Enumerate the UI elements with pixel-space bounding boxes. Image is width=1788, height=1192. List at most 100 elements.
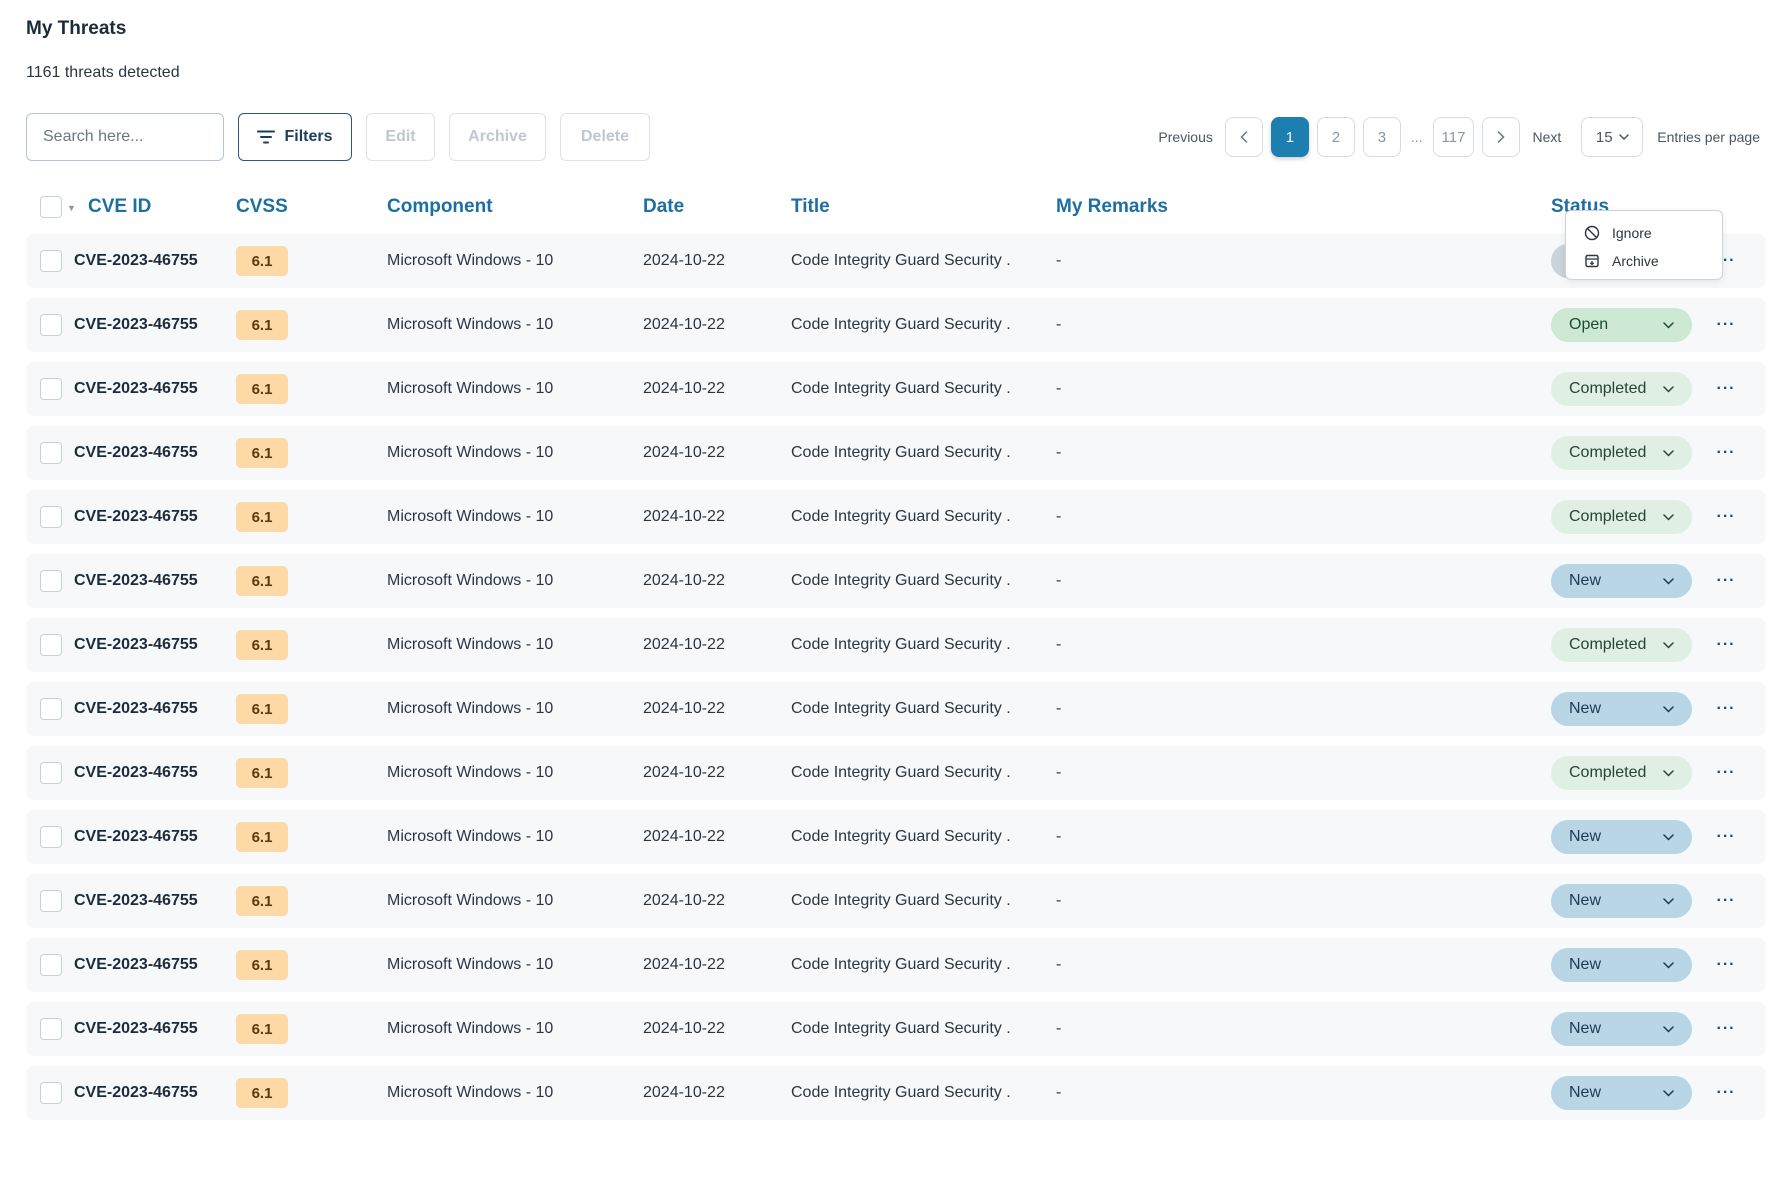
column-cvss[interactable]: CVSS [236, 196, 288, 218]
chevron-down-icon [1663, 385, 1674, 393]
row-checkbox[interactable] [40, 570, 62, 592]
status-dropdown[interactable]: Open [1551, 308, 1692, 342]
cve-id[interactable]: CVE-2023-46755 [74, 554, 198, 608]
more-options-icon[interactable]: ··· [1714, 426, 1738, 480]
caret-down-icon[interactable]: ▼ [67, 203, 76, 213]
next-page-button[interactable] [1482, 117, 1521, 157]
page-2-button[interactable]: 2 [1316, 117, 1355, 157]
row-checkbox[interactable] [40, 826, 62, 848]
more-options-icon[interactable]: ··· [1714, 682, 1738, 736]
status-label: Open [1569, 316, 1609, 333]
table-row[interactable]: CVE-2023-46755 6.1 Microsoft Windows - 10 2… [26, 1002, 1766, 1056]
row-checkbox[interactable] [40, 250, 62, 272]
status-dropdown[interactable]: New [1551, 820, 1692, 854]
table-row[interactable]: CVE-2023-46755 6.1 Microsoft Windows - 10 2… [26, 746, 1766, 800]
status-dropdown[interactable]: Completed [1551, 500, 1692, 534]
row-checkbox[interactable] [40, 442, 62, 464]
row-checkbox[interactable] [40, 762, 62, 784]
row-checkbox[interactable] [40, 1018, 62, 1040]
cve-id[interactable]: CVE-2023-46755 [74, 746, 198, 800]
cve-id[interactable]: CVE-2023-46755 [74, 1066, 198, 1120]
more-options-icon[interactable]: ··· [1714, 1002, 1738, 1056]
entries-per-page-select[interactable]: 15 [1581, 117, 1644, 157]
table-row[interactable]: CVE-2023-46755 6.1 Microsoft Windows - 10 2… [26, 234, 1766, 288]
cve-id[interactable]: CVE-2023-46755 [74, 298, 198, 352]
filters-button[interactable]: Filters [238, 113, 352, 161]
status-dropdown[interactable]: New [1551, 1012, 1692, 1046]
status-dropdown[interactable]: New [1551, 948, 1692, 982]
table-row[interactable]: CVE-2023-46755 6.1 Microsoft Windows - 10 2… [26, 1066, 1766, 1120]
more-options-icon[interactable]: ··· [1714, 490, 1738, 544]
row-checkbox[interactable] [40, 634, 62, 656]
row-checkbox[interactable] [40, 954, 62, 976]
more-options-icon[interactable]: ··· [1714, 618, 1738, 672]
table-row[interactable]: CVE-2023-46755 6.1 Microsoft Windows - 10 2… [26, 362, 1766, 416]
cve-id[interactable]: CVE-2023-46755 [74, 234, 198, 288]
status-dropdown[interactable]: New [1551, 1076, 1692, 1110]
status-dropdown[interactable]: Completed [1551, 756, 1692, 790]
status-label: New [1569, 828, 1602, 845]
more-options-icon[interactable]: ··· [1714, 810, 1738, 864]
cve-id[interactable]: CVE-2023-46755 [74, 874, 198, 928]
cve-id[interactable]: CVE-2023-46755 [74, 490, 198, 544]
more-options-icon[interactable]: ··· [1714, 298, 1738, 352]
table-row[interactable]: CVE-2023-46755 6.1 Microsoft Windows - 10 2… [26, 938, 1766, 992]
cvss-cell: 6.1 [236, 426, 288, 480]
next-label[interactable]: Next [1532, 129, 1561, 145]
page-1-button[interactable]: 1 [1270, 117, 1309, 157]
table-row[interactable]: CVE-2023-46755 6.1 Microsoft Windows - 10 2… [26, 810, 1766, 864]
row-checkbox[interactable] [40, 890, 62, 912]
table-row[interactable]: CVE-2023-46755 6.1 Microsoft Windows - 10 2… [26, 298, 1766, 352]
page-117-button[interactable]: 117 [1432, 117, 1475, 157]
menu-item-archive[interactable]: Archive [1566, 247, 1722, 275]
row-checkbox[interactable] [40, 1082, 62, 1104]
date: 2024-10-22 [643, 700, 725, 717]
table-row[interactable]: CVE-2023-46755 6.1 Microsoft Windows - 10 2… [26, 618, 1766, 672]
row-checkbox[interactable] [40, 378, 62, 400]
column-title[interactable]: Title [791, 196, 830, 218]
column-component[interactable]: Component [387, 196, 493, 218]
more-options-icon[interactable]: ··· [1714, 938, 1738, 992]
select-all-checkbox[interactable] [40, 196, 62, 218]
date: 2024-10-22 [643, 252, 725, 269]
status-dropdown[interactable]: New [1551, 884, 1692, 918]
row-checkbox[interactable] [40, 506, 62, 528]
table-row[interactable]: CVE-2023-46755 6.1 Microsoft Windows - 10 2… [26, 426, 1766, 480]
more-options-icon[interactable]: ··· [1714, 1066, 1738, 1120]
table-row[interactable]: CVE-2023-46755 6.1 Microsoft Windows - 10 2… [26, 874, 1766, 928]
cve-id[interactable]: CVE-2023-46755 [74, 426, 198, 480]
row-checkbox[interactable] [40, 698, 62, 720]
status-dropdown[interactable]: New [1551, 564, 1692, 598]
search-input[interactable] [26, 113, 224, 161]
status-dropdown[interactable]: New [1551, 692, 1692, 726]
more-options-icon[interactable]: ··· [1714, 874, 1738, 928]
delete-button[interactable]: Delete [560, 113, 650, 161]
table-row[interactable]: CVE-2023-46755 6.1 Microsoft Windows - 10 2… [26, 490, 1766, 544]
status-dropdown[interactable]: Completed [1551, 436, 1692, 470]
page-3-button[interactable]: 3 [1362, 117, 1401, 157]
more-options-icon[interactable]: ··· [1714, 554, 1738, 608]
cve-id[interactable]: CVE-2023-46755 [74, 810, 198, 864]
cve-id[interactable]: CVE-2023-46755 [74, 938, 198, 992]
menu-item-ignore[interactable]: Ignore [1566, 219, 1722, 247]
cve-id[interactable]: CVE-2023-46755 [74, 1002, 198, 1056]
status-dropdown[interactable]: Completed [1551, 372, 1692, 406]
table-row[interactable]: CVE-2023-46755 6.1 Microsoft Windows - 10 2… [26, 682, 1766, 736]
archive-button[interactable]: Archive [449, 113, 546, 161]
cve-id[interactable]: CVE-2023-46755 [74, 618, 198, 672]
previous-label[interactable]: Previous [1158, 129, 1212, 145]
row-checkbox[interactable] [40, 314, 62, 336]
column-my-remarks[interactable]: My Remarks [1056, 196, 1168, 218]
more-options-icon[interactable]: ··· [1714, 746, 1738, 800]
cve-id[interactable]: CVE-2023-46755 [74, 362, 198, 416]
more-options-icon[interactable]: ··· [1714, 362, 1738, 416]
cve-id[interactable]: CVE-2023-46755 [74, 682, 198, 736]
row-actions-menu: Ignore Archive [1565, 210, 1723, 280]
edit-button[interactable]: Edit [366, 113, 435, 161]
cvss-badge: 6.1 [236, 950, 288, 980]
table-row[interactable]: CVE-2023-46755 6.1 Microsoft Windows - 10 2… [26, 554, 1766, 608]
status-dropdown[interactable]: Completed [1551, 628, 1692, 662]
column-date[interactable]: Date [643, 196, 684, 218]
previous-page-button[interactable] [1224, 117, 1263, 157]
column-cve-id[interactable]: CVE ID [88, 196, 151, 218]
